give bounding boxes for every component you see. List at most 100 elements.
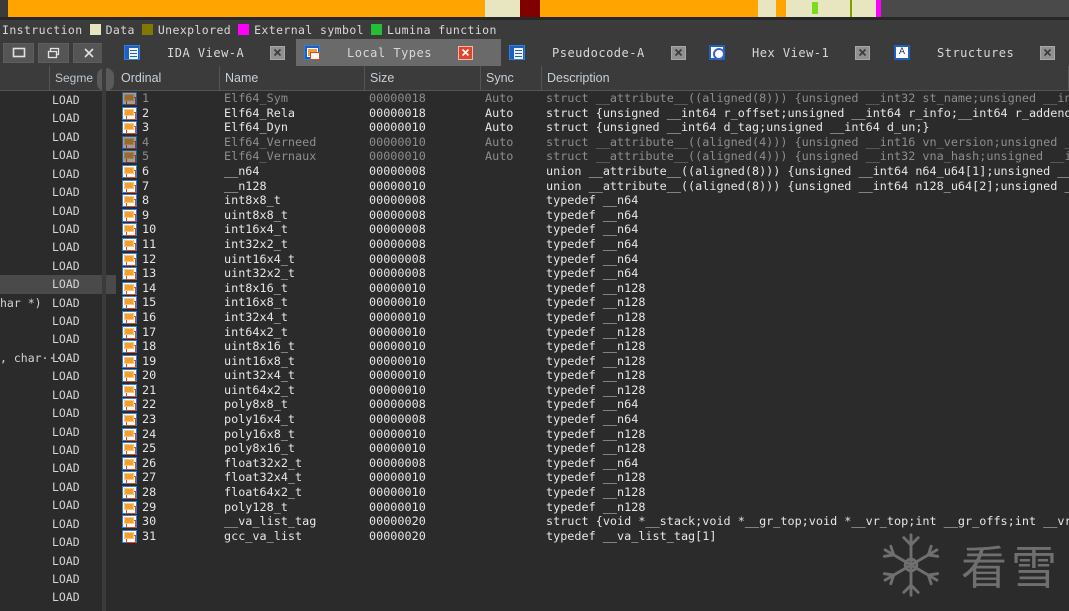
segment-row[interactable]: LOAD xyxy=(0,275,116,294)
segment-row[interactable]: LOAD xyxy=(0,533,116,551)
table-row[interactable]: 24 poly16x8_t 00000010 typedef __n128 xyxy=(116,427,1069,442)
table-row[interactable]: 29 poly128_t 00000010 typedef __n128 xyxy=(116,500,1069,515)
segment-row[interactable]: LOAD xyxy=(0,423,116,441)
tab-close-icon[interactable] xyxy=(1040,45,1056,60)
segment-row[interactable]: , char··· LOAD xyxy=(0,349,116,367)
type-icon xyxy=(122,106,137,120)
table-row[interactable]: 22 poly8x8_t 00000008 typedef __n64 xyxy=(116,397,1069,412)
cell-description: struct __attribute__((aligned(8))) {unsi… xyxy=(546,91,1069,105)
cell-ordinal: 4 xyxy=(142,134,150,149)
segment-row[interactable]: har *) LOAD xyxy=(0,294,116,312)
table-row[interactable]: 3 Elf64_Dyn 00000010 Auto struct {unsigned _… xyxy=(116,120,1069,135)
cell-size: 00000010 xyxy=(369,295,426,310)
segment-row[interactable]: LOAD xyxy=(0,91,116,109)
table-row[interactable]: 25 poly8x16_t 00000010 typedef __n128 xyxy=(116,441,1069,456)
segment-row[interactable]: LOAD xyxy=(0,404,116,422)
maximize-button[interactable] xyxy=(38,42,69,63)
table-row[interactable]: 10 int16x4_t 00000008 typedef __n64 xyxy=(116,222,1069,237)
segment-row[interactable]: LOAD xyxy=(0,478,116,496)
segment-row[interactable]: LOAD xyxy=(0,552,116,570)
cell-sync xyxy=(485,500,546,515)
table-row[interactable]: 21 uint64x2_t 00000010 typedef __n128 xyxy=(116,383,1069,398)
segment-row[interactable]: LOAD xyxy=(0,109,116,127)
table-row[interactable]: 26 float32x2_t 00000008 typedef __n64 xyxy=(116,456,1069,471)
segment-row[interactable]: LOAD xyxy=(0,165,116,183)
segment-row[interactable]: LOAD xyxy=(0,496,116,514)
table-row[interactable]: 8 int8x8_t 00000008 typedef __n64 xyxy=(116,193,1069,208)
column-header-sync[interactable]: Sync xyxy=(481,66,542,90)
segment-row[interactable]: LOAD xyxy=(0,330,116,348)
table-row[interactable]: 9 uint8x8_t 00000008 typedef __n64 xyxy=(116,208,1069,223)
segment-row[interactable]: LOAD xyxy=(0,183,116,201)
tab-close-icon[interactable] xyxy=(670,45,686,60)
close-button[interactable] xyxy=(73,42,104,63)
table-row[interactable]: 16 int32x4_t 00000010 typedef __n128 xyxy=(116,310,1069,325)
table-row[interactable]: 14 int8x16_t 00000010 typedef __n128 xyxy=(116,281,1069,296)
segment-row[interactable]: LOAD xyxy=(0,220,116,238)
cell-description: typedef __n64 xyxy=(546,397,639,412)
segment-row[interactable]: LOAD xyxy=(0,588,116,606)
cell-sync xyxy=(485,427,546,442)
table-row[interactable]: 7 __n128 00000010 union __attribute__((alig… xyxy=(116,179,1069,194)
local-types-table-body[interactable]: 1 Elf64_Sym 00000018 Auto struct __attribute… xyxy=(116,91,1069,611)
cell-size: 00000008 xyxy=(369,222,426,237)
table-row[interactable]: 4 Elf64_Verneed 00000010 Auto struct __attri… xyxy=(116,135,1069,150)
navigation-band[interactable] xyxy=(0,0,1069,17)
tab-ida-view-a[interactable]: IDA View-A xyxy=(116,39,296,66)
segment-row[interactable]: LOAD xyxy=(0,459,116,477)
segment-row[interactable]: LOAD xyxy=(0,570,116,588)
navband-segment xyxy=(786,0,850,17)
table-row[interactable]: 13 uint32x2_t 00000008 typedef __n64 xyxy=(116,266,1069,281)
table-row[interactable]: 31 gcc_va_list 00000020 typedef __va_list_t… xyxy=(116,529,1069,544)
segment-row[interactable]: LOAD xyxy=(0,607,116,611)
table-row[interactable]: 18 uint8x16_t 00000010 typedef __n128 xyxy=(116,339,1069,354)
tab-structures[interactable]: A Structures xyxy=(886,39,1069,66)
table-row[interactable]: 20 uint32x4_t 00000010 typedef __n128 xyxy=(116,368,1069,383)
cell-sync xyxy=(485,252,546,267)
type-icon xyxy=(122,340,137,354)
segment-row[interactable]: LOAD xyxy=(0,386,116,404)
table-row[interactable]: 17 int64x2_t 00000010 typedef __n128 xyxy=(116,325,1069,340)
tab-pseudocode-a[interactable]: Pseudocode-A xyxy=(501,39,701,66)
local-types-icon xyxy=(304,45,321,60)
segment-row[interactable]: LOAD xyxy=(0,441,116,459)
tab-close-icon[interactable] xyxy=(270,45,286,60)
segment-row[interactable]: LOAD xyxy=(0,312,116,330)
tab-local-types[interactable]: Local Types xyxy=(296,39,501,66)
table-row[interactable]: 27 float32x4_t 00000010 typedef __n128 xyxy=(116,470,1069,485)
segment-row[interactable]: LOAD xyxy=(0,238,116,256)
table-row[interactable]: 1 Elf64_Sym 00000018 Auto struct __attribute… xyxy=(116,91,1069,106)
restore-button[interactable] xyxy=(3,42,34,63)
tab-close-icon[interactable] xyxy=(457,45,473,60)
table-row[interactable]: 15 int16x8_t 00000010 typedef __n128 xyxy=(116,295,1069,310)
cell-ordinal: 23 xyxy=(142,412,157,427)
cell-description: typedef __n64 xyxy=(546,266,639,281)
table-row[interactable]: 2 Elf64_Rela 00000018 Auto struct {unsigned … xyxy=(116,106,1069,121)
segment-row[interactable]: LOAD xyxy=(0,128,116,146)
tab-hex-view-1[interactable]: Hex View-1 xyxy=(701,39,886,66)
cell-sync xyxy=(485,208,546,223)
table-row[interactable]: 19 uint16x8_t 00000010 typedef __n128 xyxy=(116,354,1069,369)
tab-close-icon[interactable] xyxy=(855,45,871,60)
navband-segment xyxy=(881,0,1069,17)
table-row[interactable]: 6 __n64 00000008 union __attribute__((align… xyxy=(116,164,1069,179)
column-header-ordinal[interactable]: Ordinal xyxy=(116,66,220,90)
column-header-description[interactable]: Description xyxy=(542,66,1069,90)
table-row[interactable]: 30 __va_list_tag 00000020 struct {void *__s… xyxy=(116,514,1069,529)
table-row[interactable]: 23 poly16x4_t 00000008 typedef __n64 xyxy=(116,412,1069,427)
table-row[interactable]: 12 uint16x4_t 00000008 typedef __n64 xyxy=(116,252,1069,267)
segment-row[interactable]: LOAD xyxy=(0,146,116,164)
segment-row[interactable]: LOAD xyxy=(0,257,116,275)
table-row[interactable]: 28 float64x2_t 00000010 typedef __n128 xyxy=(116,485,1069,500)
cell-ordinal: 21 xyxy=(142,382,157,397)
segment-row-value: LOAD xyxy=(52,387,80,402)
segment-row[interactable]: LOAD xyxy=(0,202,116,220)
column-header-size[interactable]: Size xyxy=(365,66,481,90)
cell-name: poly8x8_t xyxy=(224,397,288,412)
segment-row[interactable]: LOAD xyxy=(0,515,116,533)
segment-row[interactable]: LOAD xyxy=(0,367,116,385)
cell-name: float32x2_t xyxy=(224,455,303,470)
table-row[interactable]: 11 int32x2_t 00000008 typedef __n64 xyxy=(116,237,1069,252)
column-header-name[interactable]: Name xyxy=(220,66,365,90)
table-row[interactable]: 5 Elf64_Vernaux 00000010 Auto struct __attri… xyxy=(116,149,1069,164)
